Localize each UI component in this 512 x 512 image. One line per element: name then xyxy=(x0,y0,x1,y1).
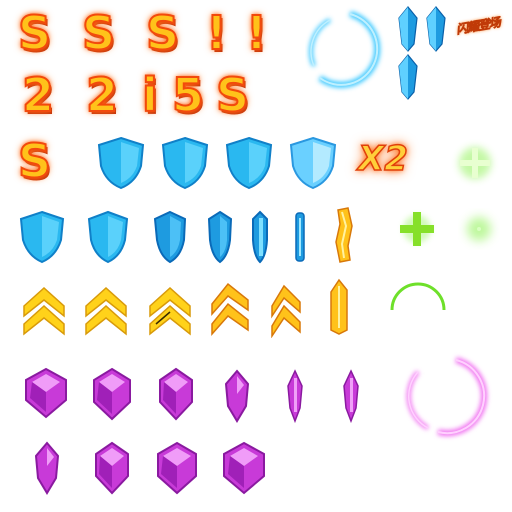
glow-ring-icon xyxy=(406,357,488,437)
multiplier-x2-label: X2 xyxy=(357,139,408,179)
rank-chevron-icon xyxy=(330,278,348,335)
shield-icon xyxy=(97,136,145,190)
glow-ring-icon xyxy=(309,11,381,88)
rank-chevron-icon xyxy=(85,286,127,336)
glyph-2-1: 2 xyxy=(21,68,55,122)
shield-icon xyxy=(153,210,187,264)
green-plus-icon xyxy=(400,212,434,246)
purple-gem-icon xyxy=(95,441,129,495)
purple-gem-icon xyxy=(34,441,60,495)
blue-crystal-icon xyxy=(398,54,418,100)
shield-icon xyxy=(207,210,233,264)
glyph-s-5: S xyxy=(17,134,52,188)
purple-gem-icon xyxy=(223,441,265,495)
purple-gem-icon xyxy=(224,369,250,423)
shield-icon xyxy=(161,136,209,190)
glyph-5: 5 xyxy=(171,68,205,122)
game-logo: 闪耀登场 xyxy=(455,15,501,37)
blue-crystal-icon xyxy=(426,6,446,52)
shield-icon xyxy=(295,212,305,262)
shield-icon xyxy=(252,210,268,264)
glyph-s-3: S xyxy=(145,6,180,60)
purple-gem-icon xyxy=(287,369,303,424)
green-plus-icon xyxy=(459,147,491,179)
purple-gem-icon xyxy=(25,367,67,419)
green-arc-icon xyxy=(390,282,446,311)
rank-chevron-icon xyxy=(211,282,249,336)
purple-gem-icon xyxy=(93,367,131,421)
rank-chevron-icon xyxy=(23,286,65,336)
shield-icon xyxy=(19,210,65,264)
blue-crystal-icon xyxy=(398,6,418,52)
glyph-exclaim-2: ! xyxy=(245,6,268,60)
purple-gem-icon xyxy=(157,441,197,495)
glyph-s-4: S xyxy=(215,68,250,122)
glyph-exclaim-1: ! xyxy=(205,6,228,60)
glyph-i: i xyxy=(141,68,159,122)
rank-chevron-icon xyxy=(149,286,191,336)
glyph-s-2: S xyxy=(81,6,116,60)
shield-icon xyxy=(225,136,273,190)
shield-icon xyxy=(87,210,129,264)
rank-chevron-icon xyxy=(335,207,353,263)
purple-gem-icon xyxy=(159,367,193,421)
green-glow-icon xyxy=(467,217,491,241)
purple-gem-icon xyxy=(343,369,359,424)
glyph-s-1: S xyxy=(17,6,52,60)
rank-chevron-icon xyxy=(271,284,301,338)
shield-icon xyxy=(289,136,337,190)
glyph-2-2: 2 xyxy=(85,68,119,122)
